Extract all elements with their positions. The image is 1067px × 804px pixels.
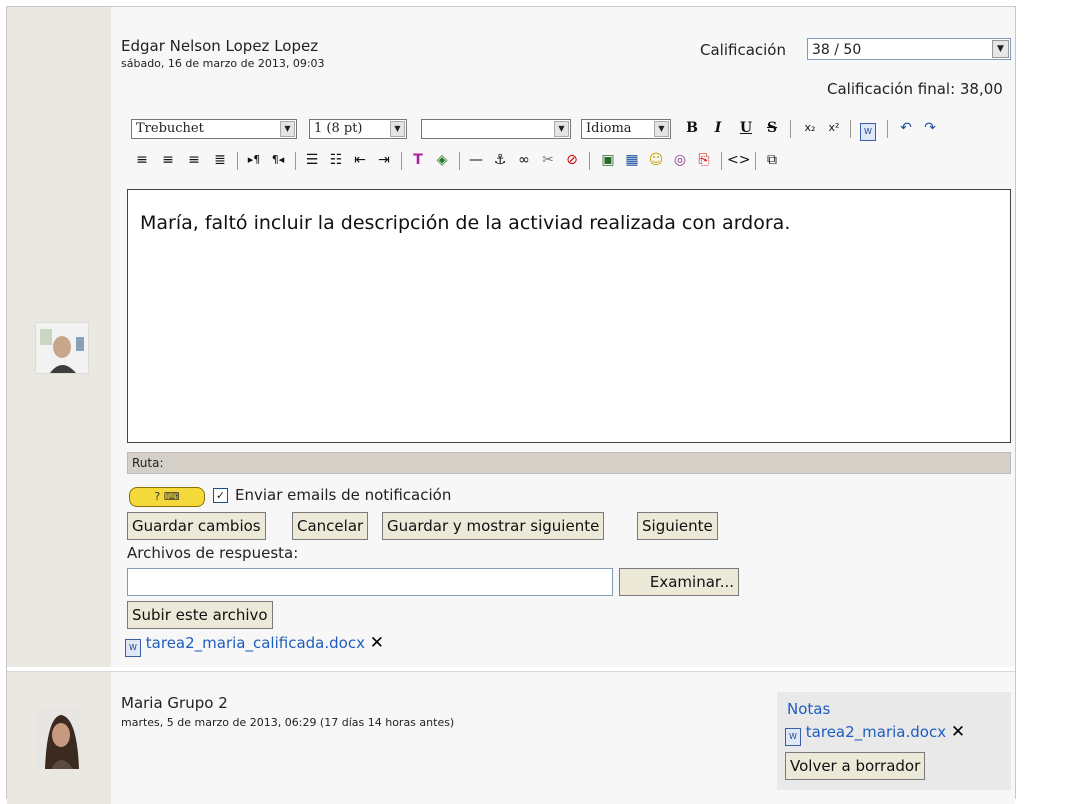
superscript-icon[interactable]: x²	[823, 117, 845, 139]
italic-button[interactable]: I	[707, 117, 729, 139]
search-replace-icon[interactable]: ⎘	[693, 149, 715, 171]
ordered-list-icon[interactable]: ☰	[301, 149, 323, 171]
grade-value: 38 / 50	[812, 42, 862, 58]
nolink-icon[interactable]: ⊘	[561, 149, 583, 171]
html-source-icon[interactable]: <>	[727, 149, 750, 171]
chevron-down-icon[interactable]: ▼	[280, 121, 295, 137]
grade-label: Calificación	[700, 41, 786, 59]
outdent-icon[interactable]: ⇤	[349, 149, 371, 171]
student-file-row: W tarea2_maria.docx ✕	[785, 722, 965, 746]
ltr-icon[interactable]: ▸¶	[243, 149, 265, 171]
strike-button[interactable]: S	[761, 117, 783, 139]
font-size-value: 1 (8 pt)	[314, 121, 363, 136]
redo-icon[interactable]: ↷	[919, 117, 941, 139]
underline-button[interactable]: U	[735, 117, 757, 139]
toolbar-divider	[401, 152, 402, 170]
language-value: Idioma	[586, 121, 632, 136]
language-select[interactable]: Idioma ▼	[581, 119, 671, 139]
save-button[interactable]: Guardar cambios	[127, 512, 266, 540]
unordered-list-icon[interactable]: ☷	[325, 149, 347, 171]
docx-icon: W	[785, 728, 801, 746]
final-grade: Calificación final: 38,00	[827, 80, 1003, 98]
align-justify-icon[interactable]: ≣	[209, 149, 231, 171]
rtl-icon[interactable]: ¶◂	[267, 149, 289, 171]
toolbar-divider	[459, 152, 460, 170]
toolbar-divider	[721, 152, 722, 170]
submission-panel: Edgar Nelson Lopez Lopez sábado, 16 de m…	[6, 6, 1016, 804]
grader-date: sábado, 16 de marzo de 2013, 09:03	[121, 57, 325, 70]
grader-name: Edgar Nelson Lopez Lopez	[121, 37, 319, 55]
response-file-link[interactable]: tarea2_maria_calificada.docx	[146, 634, 365, 652]
chevron-down-icon[interactable]: ▼	[390, 121, 405, 137]
align-left-icon[interactable]: ≡	[131, 149, 153, 171]
unlink-icon[interactable]: ✂	[537, 149, 559, 171]
toolbar-divider	[790, 120, 791, 138]
toolbar-divider	[295, 152, 296, 170]
toolbar-divider	[850, 120, 851, 138]
bold-button[interactable]: B	[681, 117, 703, 139]
student-avatar[interactable]	[35, 707, 87, 769]
help-icon[interactable]: ? ⌨	[129, 487, 205, 507]
feedback-side	[7, 7, 111, 667]
font-family-select[interactable]: Trebuchet ▼	[131, 119, 297, 139]
editor-toolbar-2: ≡ ≡ ≡ ≣ ▸¶ ¶◂ ☰ ☷ ⇤ ⇥ T ◈ — ⚓ ∞ ✂ ⊘ ▣ ▦ …	[127, 147, 1011, 175]
notify-label: Enviar emails de notificación	[235, 486, 452, 504]
revert-draft-button[interactable]: Volver a borrador	[785, 752, 926, 780]
editor-text: María, faltó incluir la descripción de l…	[140, 212, 791, 234]
toolbar-divider	[887, 120, 888, 138]
toolbar-divider	[237, 152, 238, 170]
file-input[interactable]	[127, 568, 613, 596]
align-center-icon[interactable]: ≡	[157, 149, 179, 171]
cancel-button[interactable]: Cancelar	[292, 512, 369, 540]
chevron-down-icon[interactable]: ▼	[554, 121, 569, 137]
table-icon[interactable]: ▦	[621, 149, 643, 171]
student-file-link[interactable]: tarea2_maria.docx	[806, 723, 946, 741]
fullscreen-icon[interactable]: ⧉	[761, 149, 783, 171]
toolbar-divider	[589, 152, 590, 170]
feedback-row: Edgar Nelson Lopez Lopez sábado, 16 de m…	[7, 7, 1015, 667]
toolbar-divider	[755, 152, 756, 170]
link-icon[interactable]: ∞	[513, 149, 535, 171]
docx-icon: W	[125, 639, 141, 657]
save-next-button[interactable]: Guardar y mostrar siguiente	[382, 512, 605, 540]
font-family-value: Trebuchet	[136, 121, 204, 136]
chevron-down-icon[interactable]: ▼	[992, 40, 1009, 58]
align-right-icon[interactable]: ≡	[183, 149, 205, 171]
submission-row: Maria Grupo 2 martes, 5 de marzo de 2013…	[7, 671, 1015, 804]
editor-area[interactable]: María, faltó incluir la descripción de l…	[127, 189, 1011, 443]
editor-path-bar: Ruta:	[127, 452, 1011, 474]
paste-word-icon[interactable]: W	[857, 117, 879, 141]
subscript-icon[interactable]: x₂	[799, 117, 821, 139]
image-icon[interactable]: ▣	[597, 149, 619, 171]
delete-icon[interactable]: ✕	[951, 722, 965, 742]
notify-checkbox[interactable]: ✓	[213, 488, 228, 503]
response-files-label: Archivos de respuesta:	[127, 544, 299, 562]
indent-icon[interactable]: ⇥	[373, 149, 395, 171]
notes-box: Notas W tarea2_maria.docx ✕ Volver a bor…	[777, 692, 1011, 790]
grade-select[interactable]: 38 / 50 ▼	[807, 38, 1011, 60]
grader-avatar[interactable]	[35, 322, 89, 374]
horizontal-rule-icon[interactable]: —	[465, 149, 487, 171]
delete-icon[interactable]: ✕	[370, 633, 384, 653]
format-select[interactable]: ▼	[421, 119, 571, 139]
student-name: Maria Grupo 2	[121, 694, 228, 712]
bg-color-icon[interactable]: ◈	[431, 149, 453, 171]
font-size-select[interactable]: 1 (8 pt) ▼	[309, 119, 407, 139]
smiley-icon[interactable]: ☺	[645, 149, 667, 171]
browse-button[interactable]: Examinar...	[619, 568, 739, 596]
chevron-down-icon[interactable]: ▼	[654, 121, 669, 137]
anchor-icon[interactable]: ⚓	[489, 149, 511, 171]
special-char-icon[interactable]: ◎	[669, 149, 691, 171]
undo-icon[interactable]: ↶	[895, 117, 917, 139]
response-file-row: W tarea2_maria_calificada.docx ✕	[125, 633, 384, 657]
submission-side	[7, 672, 111, 804]
upload-button[interactable]: Subir este archivo	[127, 601, 273, 629]
editor-toolbar-1: Trebuchet ▼ 1 (8 pt) ▼ ▼ Idioma ▼ B I U …	[127, 115, 1011, 143]
next-button[interactable]: Siguiente	[637, 512, 718, 540]
notes-link[interactable]: Notas	[787, 700, 830, 718]
text-color-icon[interactable]: T	[407, 149, 429, 171]
student-date: martes, 5 de marzo de 2013, 06:29 (17 dí…	[121, 716, 455, 729]
